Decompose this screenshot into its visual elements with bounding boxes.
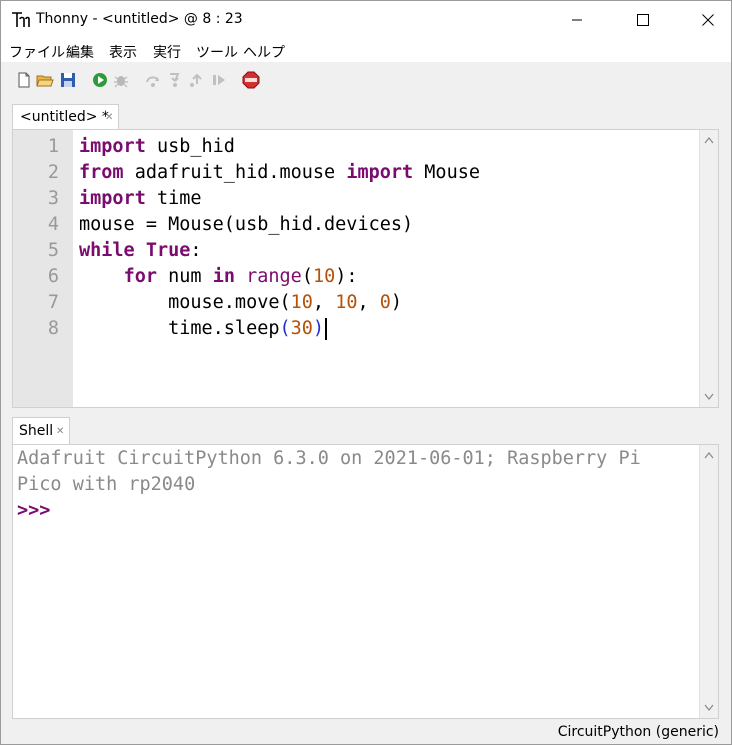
open-file-icon[interactable]	[36, 71, 54, 89]
window-title: Thonny - <untitled> @ 8 : 23	[36, 11, 243, 27]
menu-view[interactable]: 表示	[109, 42, 137, 62]
tab-untitled[interactable]: <untitled> * ✕	[12, 104, 119, 130]
run-icon[interactable]	[91, 71, 109, 89]
scroll-down-icon[interactable]	[704, 393, 714, 401]
line-number: 7	[47, 292, 59, 313]
menu-run[interactable]: 実行	[153, 42, 181, 62]
tab-label: <untitled> *	[20, 109, 109, 125]
shell-tab-label: Shell	[19, 423, 54, 439]
close-icon	[702, 13, 714, 26]
code-line: mouse.move(10, 10, 0)	[79, 292, 403, 313]
code-line: mouse = Mouse(usb_hid.devices)	[79, 214, 414, 235]
editor-tabbar: <untitled> * ✕	[1, 98, 731, 130]
scroll-up-icon[interactable]	[704, 451, 714, 459]
menu-file[interactable]: ファイル	[9, 42, 65, 62]
tab-shell[interactable]: Shell ✕	[12, 417, 70, 445]
minimize-icon	[572, 19, 582, 20]
code-line: from adafruit_hid.mouse import Mouse	[79, 162, 480, 183]
line-number: 8	[47, 318, 59, 339]
scroll-up-icon[interactable]	[704, 136, 714, 144]
line-number-gutter: 1 2 3 4 5 6 7 8	[13, 130, 73, 407]
interpreter-status[interactable]: CircuitPython (generic)	[558, 724, 719, 740]
shell-tab-close-icon[interactable]: ✕	[56, 426, 64, 437]
menu-bar: ファイル 編集 表示 実行 ツール ヘルプ	[1, 38, 731, 62]
text-cursor	[325, 318, 328, 340]
step-out-icon[interactable]	[188, 71, 206, 89]
code-line: time.sleep(30)	[79, 316, 328, 342]
thonny-window: Thonny - <untitled> @ 8 : 23 ファイル 編集 表示 …	[0, 0, 732, 745]
tab-close-icon[interactable]: ✕	[105, 112, 113, 123]
maximize-button[interactable]	[620, 1, 666, 38]
line-number: 2	[47, 162, 59, 183]
code-line: import time	[79, 188, 202, 209]
scroll-down-icon[interactable]	[704, 704, 714, 712]
shell-output-line: Pico with rp2040	[17, 474, 196, 495]
code-line: import usb_hid	[79, 136, 235, 157]
line-number: 6	[47, 266, 59, 287]
code-line: while True:	[79, 240, 202, 261]
title-bar: Thonny - <untitled> @ 8 : 23	[1, 1, 731, 38]
stop-icon[interactable]	[242, 71, 260, 89]
new-file-icon[interactable]	[15, 71, 33, 89]
menu-help[interactable]: ヘルプ	[243, 42, 285, 62]
resume-icon[interactable]	[210, 71, 228, 89]
shell-prompt[interactable]: >>>	[17, 498, 50, 524]
save-icon[interactable]	[59, 71, 77, 89]
status-bar: CircuitPython (generic)	[1, 721, 731, 744]
code-line: for num in range(10):	[123, 266, 358, 287]
step-into-icon[interactable]	[166, 71, 184, 89]
menu-edit[interactable]: 編集	[66, 42, 94, 62]
menu-tools[interactable]: ツール	[196, 42, 238, 62]
editor-scrollbar[interactable]	[699, 130, 718, 407]
debug-icon[interactable]	[112, 71, 130, 89]
thonny-logo-icon	[12, 12, 30, 27]
code-lines: import usb_hid from adafruit_hid.mouse i…	[79, 130, 480, 340]
toolbar	[1, 62, 731, 98]
close-button[interactable]	[685, 1, 731, 38]
line-number: 4	[47, 214, 59, 235]
maximize-icon	[637, 13, 649, 26]
line-number: 5	[47, 240, 59, 261]
line-number: 1	[47, 136, 59, 157]
minimize-button[interactable]	[554, 1, 600, 38]
code-editor[interactable]: 1 2 3 4 5 6 7 8 import usb_hid from adaf…	[12, 129, 719, 408]
shell-panel[interactable]: Adafruit CircuitPython 6.3.0 on 2021-06-…	[12, 444, 719, 719]
line-number: 3	[47, 188, 59, 209]
step-over-icon[interactable]	[144, 71, 162, 89]
shell-scrollbar[interactable]	[699, 445, 718, 718]
shell-output-line: Adafruit CircuitPython 6.3.0 on 2021-06-…	[17, 448, 641, 469]
